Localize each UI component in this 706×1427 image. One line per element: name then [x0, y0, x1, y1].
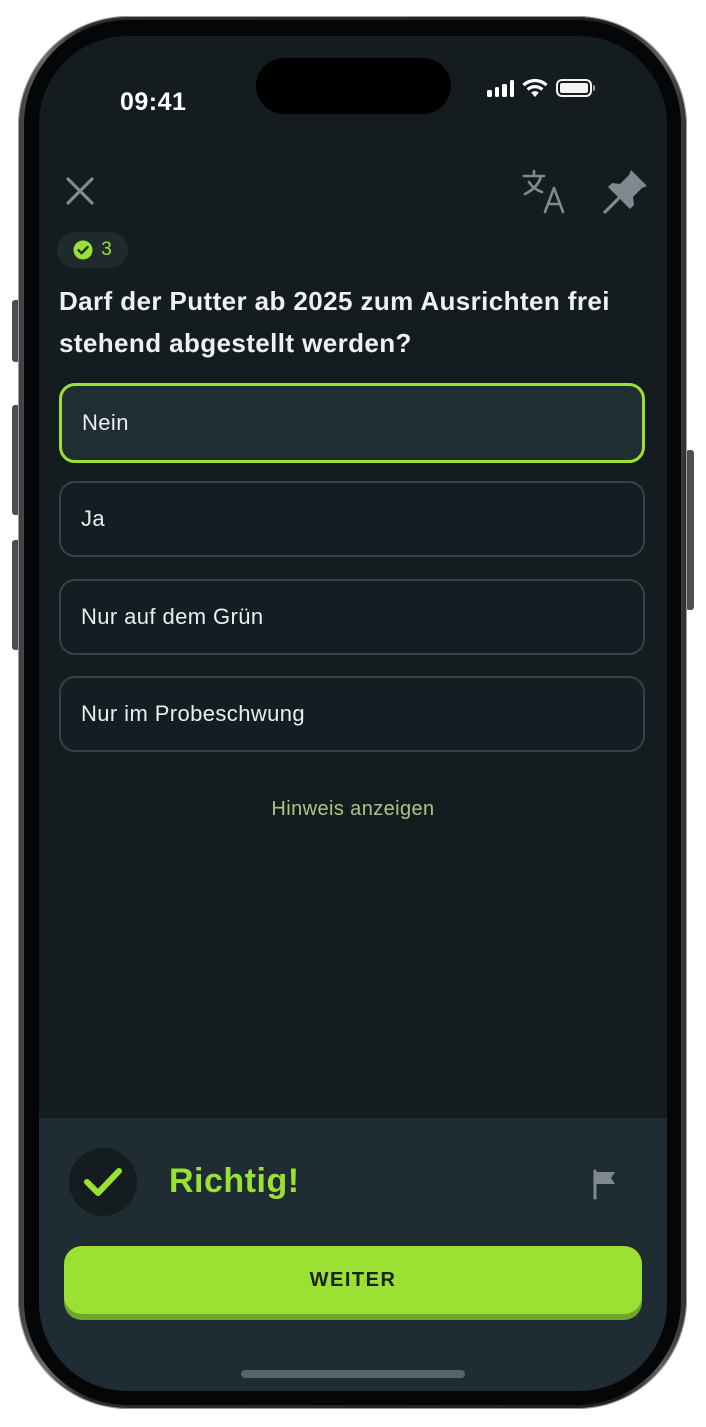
app-screen: 09:41 3 Darf der Putter ab 2025 zum Ausr…: [39, 36, 667, 1391]
translate-button[interactable]: [519, 166, 569, 216]
answer-option-ja[interactable]: Ja: [59, 481, 645, 557]
streak-count: 3: [101, 239, 112, 260]
check-circle-icon: [73, 240, 93, 260]
answer-option-nur-auf-dem-gruen[interactable]: Nur auf dem Grün: [59, 579, 645, 655]
checkmark-icon: [84, 1168, 122, 1196]
close-icon: [66, 177, 94, 205]
streak-badge: 3: [57, 232, 128, 268]
status-time: 09:41: [120, 88, 187, 116]
pin-button[interactable]: [601, 166, 651, 216]
wifi-icon: [522, 78, 548, 97]
battery-icon: [556, 79, 595, 97]
close-button[interactable]: [61, 172, 99, 210]
answer-label: Nur im Probeschwung: [81, 701, 306, 726]
home-indicator[interactable]: [241, 1370, 465, 1378]
show-hint-link[interactable]: Hinweis anzeigen: [39, 798, 667, 821]
answer-label: Nur auf dem Grün: [81, 604, 264, 629]
question-text: Darf der Putter ab 2025 zum Ausrichten f…: [59, 286, 610, 358]
cellular-signal-icon: [487, 79, 514, 97]
continue-button[interactable]: WEITER: [64, 1246, 642, 1314]
status-icons: [487, 76, 595, 100]
pin-icon: [603, 170, 647, 214]
answer-option-nur-im-probeschwung[interactable]: Nur im Probeschwung: [59, 676, 645, 752]
result-text: Richtig!: [169, 1162, 300, 1200]
flag-icon: [593, 1169, 615, 1200]
answer-option-nein[interactable]: Nein: [59, 383, 645, 463]
translate-icon: [522, 169, 565, 214]
report-button[interactable]: [587, 1166, 623, 1202]
answer-label: Nein: [82, 410, 129, 435]
feedback-panel: Richtig! WEITER: [39, 1118, 667, 1391]
phone-power-button: [686, 450, 694, 610]
result-badge: [69, 1148, 137, 1216]
answer-label: Ja: [81, 506, 106, 531]
dynamic-island: [256, 58, 451, 114]
